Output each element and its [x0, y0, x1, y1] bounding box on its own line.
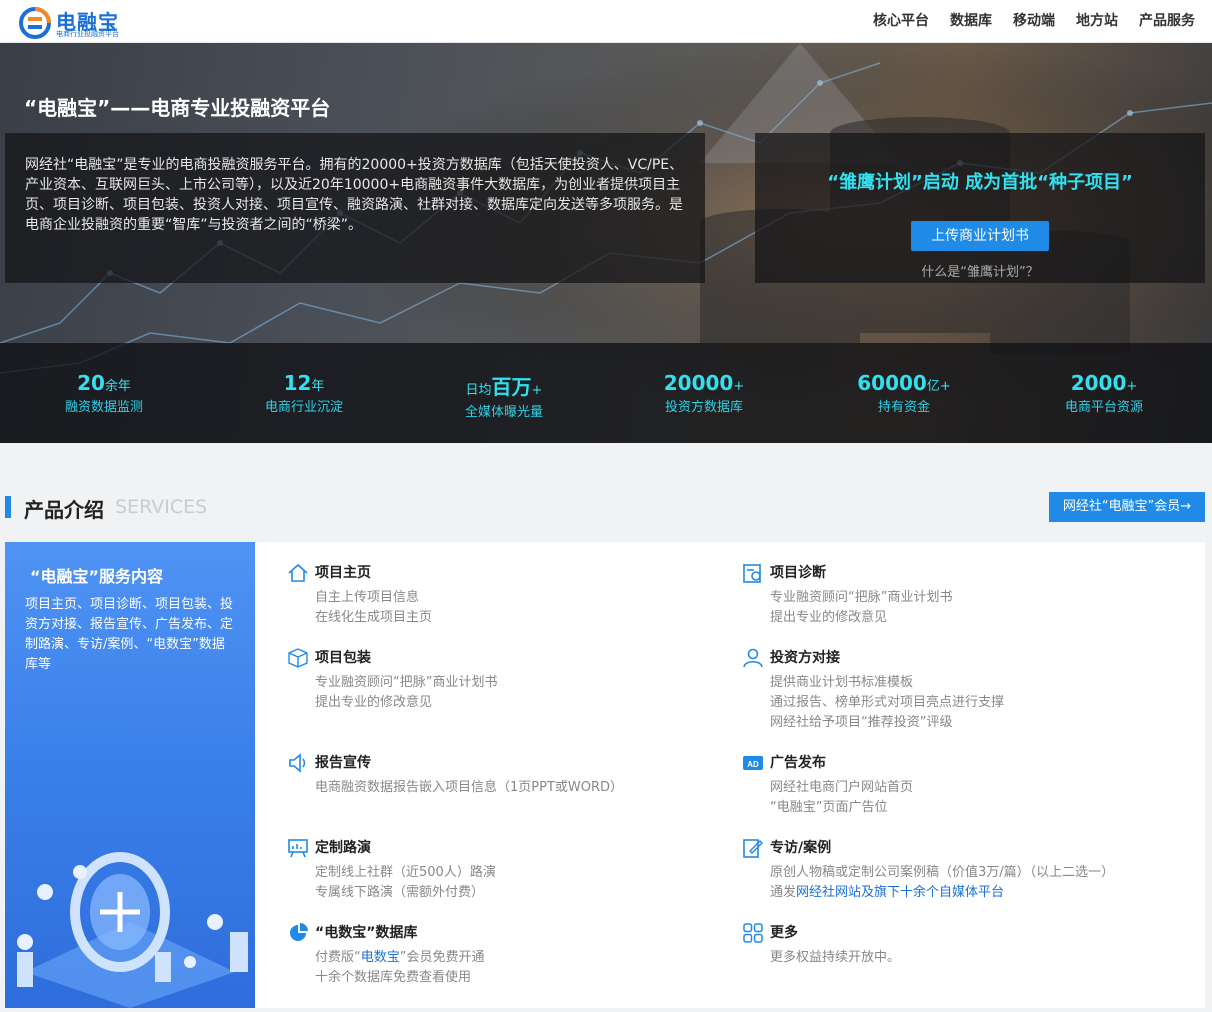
ad-icon: AD [743, 756, 763, 770]
service-line: 在线化生成项目主页 [315, 610, 433, 625]
logo-subtitle: 电商行业投融资平台 [56, 30, 119, 38]
service-title: 项目包装 [315, 650, 371, 666]
service-line: 电商融资数据报告嵌入项目信息（1页PPT或WORD） [315, 780, 624, 795]
service-line: 更多权益持续开放中。 [770, 950, 901, 965]
stat-suffix: 余年 [104, 379, 131, 394]
stat-suffix: + [733, 379, 745, 394]
service-line-text: 通发 [770, 885, 797, 900]
service-line: 提出专业的修改意见 [770, 610, 888, 625]
section-title: 产品介绍 [24, 498, 104, 522]
service-line: 通过报告、榜单形式对项目亮点进行支撑 [770, 695, 1005, 710]
stat-item: 60000亿+ 持有资金 [804, 371, 1004, 415]
stat-suffix: 年 [311, 379, 325, 394]
stat-item: 20000+ 投资方数据库 [604, 371, 804, 415]
sidebar-description: 项目主页、项目诊断、项目包装、投资方对接、报告宣传、广告发布、定制路演、专访/案… [25, 597, 234, 672]
top-header: 电融宝 电商行业投融资平台 核心平台 数据库 移动端 地方站 产品服务 [0, 0, 1212, 43]
isometric-illustration [17, 852, 248, 1008]
intro-text: 网经社“电融宝”是专业的电商投融资服务平台。拥有的20000+投资方数据库（包括… [25, 157, 684, 233]
service-line-text: ”会员免费开通 [399, 950, 485, 965]
member-button[interactable]: 网经社“电融宝”会员→ [1049, 492, 1205, 522]
service-line: 专属线下路演（需额外付费） [315, 885, 485, 900]
stat-suffix: + [531, 383, 543, 398]
hero-title: “电融宝”——电商专业投融资平台 [24, 96, 331, 120]
pie-icon [290, 923, 308, 941]
service-line: 专业融资顾问“把脉”商业计划书 [315, 675, 498, 690]
eagle-plan-link[interactable]: 什么是“雏鹰计划”？ [755, 261, 1205, 280]
stat-value: 12 [283, 371, 312, 395]
service-title: 更多 [770, 925, 798, 941]
eagle-plan-title: “雏鹰计划”启动 成为首批“种子项目” [827, 172, 1133, 193]
service-line: 通发网经社网站及旗下十余个自媒体平台 [770, 883, 1190, 903]
service-line: 自主上传项目信息 [315, 590, 420, 605]
service-title: 投资方对接 [770, 650, 840, 666]
intro-panel: 网经社“电融宝”是专业的电商投融资服务平台。拥有的20000+投资方数据库（包括… [5, 133, 705, 283]
interview-icon [743, 839, 763, 858]
section-subtitle: SERVICES [115, 496, 208, 518]
stat-prefix: 日均 [465, 383, 492, 398]
service-title: 定制路演 [315, 840, 371, 856]
home-icon [288, 563, 308, 582]
stat-item: 12年 电商行业沉淀 [204, 371, 404, 415]
section-accent-bar [5, 496, 11, 518]
service-line: 专业融资顾问“把脉”商业计划书 [770, 590, 953, 605]
services-sidebar: “电融宝”服务内容 项目主页、项目诊断、项目包装、投资方对接、报告宣传、广告发布… [5, 542, 255, 1008]
roadshow-icon [288, 839, 308, 858]
stat-value: 20 [77, 371, 105, 395]
service-title: 报告宣传 [315, 755, 371, 771]
investor-icon [743, 648, 763, 668]
service-line: 网经社给予项目“推荐投资”评级 [770, 715, 953, 730]
nav-core-platform[interactable]: 核心平台 [873, 0, 929, 43]
stat-label: 电商平台资源 [1064, 400, 1143, 415]
service-line: 提供商业计划书标准模板 [770, 675, 914, 690]
service-title: 项目主页 [315, 565, 371, 581]
stat-suffix: 亿+ [926, 379, 951, 394]
stat-suffix: + [1126, 379, 1138, 394]
service-line: 提出专业的修改意见 [315, 695, 433, 710]
stat-label: 电商行业沉淀 [264, 400, 343, 415]
svg-text:AD: AD [747, 760, 759, 769]
service-line: 十余个数据库免费查看使用 [315, 970, 472, 985]
media-platform-link[interactable]: 网经社网站及旗下十余个自媒体平台 [796, 885, 1004, 900]
stats-bar: 20余年 融资数据监测 12年 电商行业沉淀 日均百万+ 全媒体曝光量 2000… [0, 343, 1212, 443]
package-icon [288, 648, 308, 668]
sidebar-title: “电融宝”服务内容 [30, 567, 164, 586]
nav-product-services[interactable]: 产品服务 [1139, 0, 1195, 43]
stat-item: 日均百万+ 全媒体曝光量 [404, 371, 604, 420]
diagnosis-icon [743, 564, 761, 583]
stat-item: 2000+ 电商平台资源 [1004, 371, 1204, 415]
stat-value: 60000 [857, 371, 927, 395]
stat-label: 全媒体曝光量 [464, 405, 543, 420]
stat-label: 投资方数据库 [664, 400, 743, 415]
stat-value: 20000 [663, 371, 734, 395]
nav-database[interactable]: 数据库 [950, 0, 992, 43]
service-line: “电融宝”页面广告位 [770, 800, 888, 815]
upload-business-plan-button[interactable]: 上传商业计划书 [911, 221, 1049, 251]
site-logo[interactable]: 电融宝 电商行业投融资平台 [18, 4, 128, 40]
stat-label: 持有资金 [877, 400, 930, 415]
service-line: 网经社电商门户网站首页 [770, 780, 914, 795]
service-line: 付费版“电数宝”会员免费开通 [315, 948, 735, 968]
hero-banner: “电融宝”——电商专业投融资平台 网经社“电融宝”是专业的电商投融资服务平台。拥… [0, 43, 1212, 443]
service-title: 项目诊断 [770, 565, 826, 581]
services-panel: “电融宝”服务内容 项目主页、项目诊断、项目包装、投资方对接、报告宣传、广告发布… [5, 542, 1205, 1008]
service-title: 专访/案例 [770, 840, 832, 856]
stat-item: 20余年 融资数据监测 [4, 371, 204, 415]
service-title: “电数宝”数据库 [315, 925, 418, 941]
service-line: 原创人物稿或定制公司案例稿（价值3万/篇）（以上二选一） [770, 865, 1115, 880]
stat-value: 百万 [491, 375, 532, 399]
nav-local-site[interactable]: 地方站 [1076, 0, 1118, 43]
nav-mobile[interactable]: 移动端 [1013, 0, 1055, 43]
eagle-plan-panel: “雏鹰计划”启动 成为首批“种子项目” 上传商业计划书 什么是“雏鹰计划”？ [755, 133, 1205, 283]
more-icon [743, 923, 763, 943]
service-line-text: 付费版“ [315, 950, 361, 965]
service-title: 广告发布 [770, 755, 826, 771]
logo-mark-icon [19, 7, 51, 39]
main-nav: 核心平台 数据库 移动端 地方站 产品服务 [852, 0, 1195, 43]
stat-value: 2000 [1070, 371, 1127, 395]
service-line: 定制线上社群（近500人）路演 [315, 865, 496, 880]
dianshubao-link[interactable]: 电数宝 [361, 950, 400, 965]
speaker-icon [289, 753, 306, 773]
stat-label: 融资数据监测 [64, 400, 143, 415]
